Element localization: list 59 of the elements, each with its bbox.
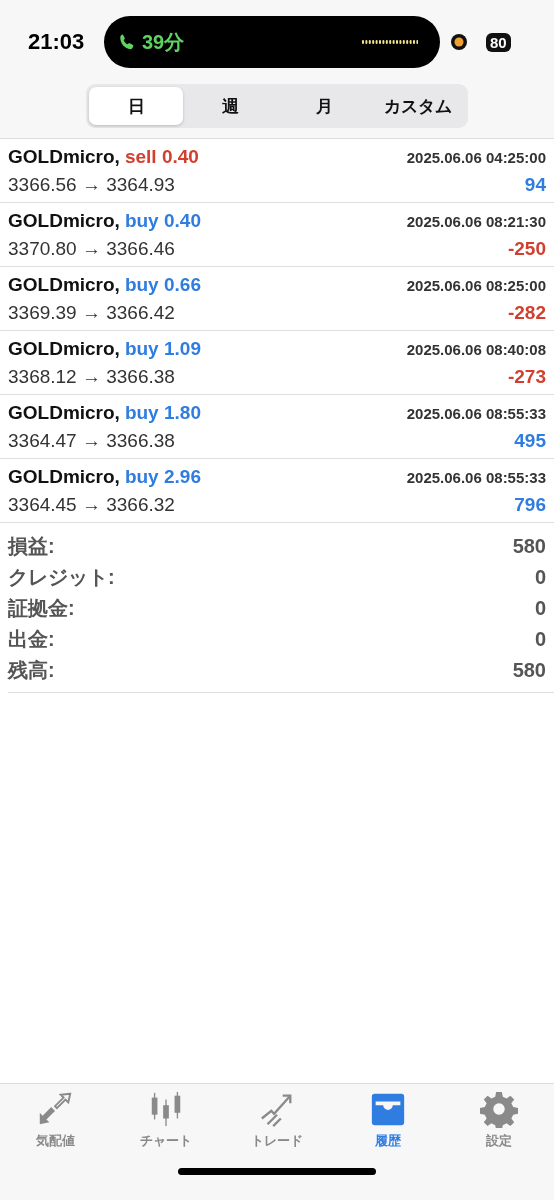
trade-prices: 3370.80 → 3366.46 — [8, 238, 175, 260]
audio-wave-icon — [362, 40, 418, 44]
status-time: 21:03 — [28, 29, 86, 55]
trade-profit: -282 — [507, 302, 546, 324]
trade-prices: 3366.56 → 3364.93 — [8, 174, 175, 196]
trade-side: buy 0.66 — [124, 274, 201, 296]
summary-value: 580 — [512, 535, 546, 558]
summary-label: クレジット: — [8, 565, 115, 590]
battery-level: 80 — [486, 32, 511, 52]
trade-time: 2025.06.06 04:25:00 — [406, 149, 546, 166]
trade-row[interactable]: GOLDmicro, buy 0.66 2025.06.06 08:25:00 3369.39 → 3366.42 -282 — [0, 267, 554, 331]
trade-prices: 3364.47 → 3366.38 — [8, 430, 175, 452]
settings-icon — [479, 1090, 518, 1128]
trade-profit: 94 — [524, 174, 546, 196]
trade-profit: 495 — [514, 430, 546, 452]
trade-symbol: GOLDmicro, — [8, 274, 120, 296]
call-duration: 39分 — [142, 29, 186, 55]
summary-value: 0 — [534, 597, 546, 620]
summary-label: 損益: — [8, 534, 55, 559]
trade-symbol: GOLDmicro, — [8, 402, 120, 424]
trade-symbol: GOLDmicro, — [8, 146, 120, 168]
trade-profit: -250 — [507, 238, 546, 260]
trade-symbol: GOLDmicro, — [8, 466, 120, 488]
recording-dot-icon — [450, 33, 468, 51]
trade-row[interactable]: GOLDmicro, buy 1.09 2025.06.06 08:40:08 3368.12 → 3366.38 -273 — [0, 331, 554, 395]
trade-time: 2025.06.06 08:21:30 — [406, 213, 546, 230]
trade-time: 2025.06.06 08:55:33 — [406, 405, 546, 422]
trade-symbol: GOLDmicro, — [8, 210, 120, 232]
trade-side: buy 0.40 — [124, 210, 201, 232]
trade-time: 2025.06.06 08:25:00 — [406, 277, 546, 294]
trade-row[interactable]: GOLDmicro, buy 0.40 2025.06.06 08:21:30 3370.80 → 3366.46 -250 — [0, 203, 554, 267]
trade-row[interactable]: GOLDmicro, buy 2.96 2025.06.06 08:55:33 3364.45 → 3366.32 796 — [0, 459, 554, 523]
summary-value: 0 — [534, 628, 546, 651]
period-tab[interactable]: カスタム — [371, 87, 465, 125]
summary-value: 580 — [512, 659, 546, 682]
trade-profit: -273 — [507, 366, 546, 388]
summary-value: 0 — [534, 566, 546, 589]
trade-row[interactable]: GOLDmicro, sell 0.40 2025.06.06 04:25:00 3366.56 → 3364.93 94 — [0, 139, 554, 203]
trade-profit: 796 — [514, 494, 546, 516]
period-tab[interactable]: 日 — [89, 87, 183, 125]
trade-side: buy 2.96 — [124, 466, 201, 488]
trade-row[interactable]: GOLDmicro, buy 1.80 2025.06.06 08:55:33 3364.47 → 3366.38 495 — [0, 395, 554, 459]
trade-symbol: GOLDmicro, — [8, 338, 120, 360]
summary-label: 残高: — [8, 658, 55, 683]
phone-icon — [118, 32, 136, 52]
period-tab[interactable]: 週 — [183, 87, 277, 125]
summary-label: 出金: — [8, 627, 55, 652]
trade-side: buy 1.80 — [124, 402, 201, 424]
tab-bar-item[interactable]: 履歴 — [332, 1090, 444, 1168]
trade-prices: 3368.12 → 3366.38 — [8, 366, 175, 388]
trade-prices: 3369.39 → 3366.42 — [8, 302, 175, 324]
trade-time: 2025.06.06 08:40:08 — [406, 341, 546, 358]
trade-side: sell 0.40 — [124, 146, 199, 168]
trade-time: 2025.06.06 08:55:33 — [406, 469, 546, 486]
trade-side: buy 1.09 — [124, 338, 201, 360]
trade-prices: 3364.45 → 3366.32 — [8, 494, 175, 516]
summary-label: 証拠金: — [8, 596, 75, 621]
period-tab[interactable]: 月 — [277, 87, 371, 125]
call-pill[interactable]: 39分 — [104, 16, 440, 68]
